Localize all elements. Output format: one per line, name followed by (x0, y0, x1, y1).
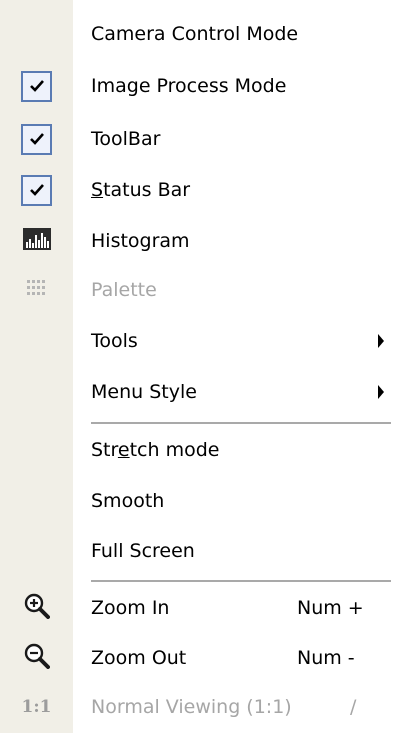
menu-item-camera-control-mode[interactable]: Camera Control Mode (0, 8, 395, 60)
menu-item-shortcut: Num - (297, 647, 355, 669)
menu-item-label: Status Bar (91, 179, 191, 201)
palette-grid-icon (26, 280, 47, 300)
menu-item-smooth[interactable]: Smooth (0, 475, 395, 527)
menu-item-label: Menu Style (91, 381, 197, 403)
menu-item-label: Camera Control Mode (91, 23, 299, 45)
menu-item-histogram[interactable]: Histogram (0, 215, 395, 267)
menu-item-label: ToolBar (91, 128, 161, 150)
zoom-out-icon (24, 643, 50, 673)
menu-item-palette: Palette (0, 264, 395, 316)
submenu-arrow-icon (378, 334, 384, 348)
menu-item-label: Tools (91, 330, 138, 352)
menu-item-image-process-mode[interactable]: Image Process Mode (0, 60, 395, 112)
checkmark-icon (21, 174, 52, 206)
menu-item-label: Normal Viewing (1:1) (91, 696, 292, 718)
menu-item-label: Smooth (91, 490, 165, 512)
menu-item-label: Stretch mode (91, 439, 220, 461)
menu-item-menu-style[interactable]: Menu Style (0, 366, 395, 418)
menu-item-shortcut: Num + (297, 597, 364, 619)
menu-item-label: Palette (91, 279, 157, 301)
menu-item-label: Zoom Out (91, 647, 187, 669)
view-menu: Camera Control Mode Image Process Mode T… (0, 0, 395, 733)
zoom-in-icon (24, 593, 50, 623)
menu-item-tools[interactable]: Tools (0, 315, 395, 367)
menu-item-zoom-out[interactable]: Zoom Out Num - (0, 632, 395, 684)
menu-item-normal-viewing: 1:1 Normal Viewing (1:1) / (0, 681, 395, 733)
checkmark-icon (21, 70, 52, 102)
menu-item-label: Histogram (91, 230, 190, 252)
menu-item-shortcut: / (350, 696, 357, 718)
menu-item-toolbar[interactable]: ToolBar (0, 113, 395, 165)
histogram-icon (22, 228, 51, 254)
menu-item-zoom-in[interactable]: Zoom In Num + (0, 582, 395, 634)
submenu-arrow-icon (378, 385, 384, 399)
menu-item-label: Zoom In (91, 597, 170, 619)
menu-item-full-screen[interactable]: Full Screen (0, 525, 395, 577)
menu-item-status-bar[interactable]: Status Bar (0, 164, 395, 216)
one-to-one-icon: 1:1 (21, 697, 52, 717)
menu-item-label: Full Screen (91, 540, 195, 562)
menu-item-label: Image Process Mode (91, 75, 287, 97)
menu-item-stretch-mode[interactable]: Stretch mode (0, 424, 395, 476)
checkmark-icon (21, 123, 52, 155)
